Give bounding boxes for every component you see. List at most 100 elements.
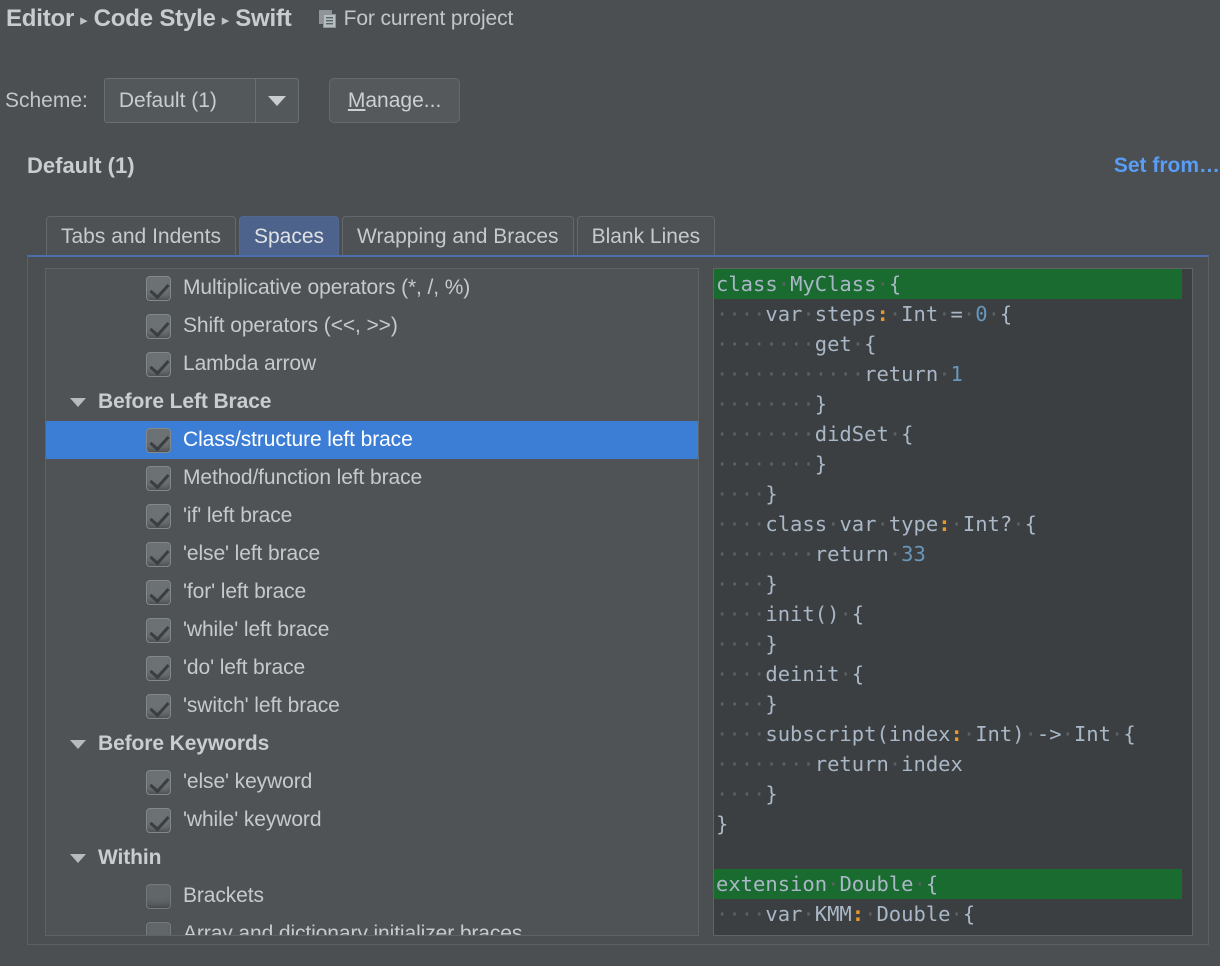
code-line: ····var·KMM:·Double·{ [714, 899, 1192, 929]
settings-item-row[interactable]: Array and dictionary initializer braces [46, 915, 698, 936]
project-scope-indicator: For current project [318, 7, 514, 31]
breadcrumb: Editor ▸ Code Style ▸ Swift For current … [6, 5, 513, 33]
settings-group-row[interactable]: Before Keywords [46, 725, 698, 763]
settings-item-label: 'else' left brace [183, 542, 320, 566]
settings-group-label: Before Keywords [98, 732, 269, 756]
tab-label: Blank Lines [592, 225, 701, 249]
checkbox-checked-icon[interactable] [146, 770, 171, 795]
breadcrumb-item-code-style[interactable]: Code Style [94, 5, 216, 33]
scheme-dropdown[interactable]: Default (1) [104, 78, 299, 123]
checkbox-checked-icon[interactable] [146, 618, 171, 643]
code-line: ········} [714, 449, 1192, 479]
settings-item-row[interactable]: 'else' keyword [46, 763, 698, 801]
manage-button-mnemonic: M [348, 89, 366, 113]
code-line [714, 839, 1192, 869]
checkbox-checked-icon[interactable] [146, 428, 171, 453]
panel-splitter[interactable] [701, 268, 711, 936]
tab-label: Spaces [254, 225, 324, 249]
tab-tabs-and-indents[interactable]: Tabs and Indents [46, 216, 236, 256]
settings-item-row[interactable]: 'while' keyword [46, 801, 698, 839]
settings-item-row[interactable]: 'else' left brace [46, 535, 698, 573]
checkbox-checked-icon[interactable] [146, 504, 171, 529]
chevron-down-icon[interactable] [70, 854, 86, 863]
code-line: } [714, 809, 1192, 839]
settings-item-row[interactable]: Brackets [46, 877, 698, 915]
settings-item-label: Class/structure left brace [183, 428, 413, 452]
spaces-settings-list[interactable]: Multiplicative operators (*, /, %) Shift … [45, 268, 699, 936]
breadcrumb-item-editor[interactable]: Editor [6, 5, 74, 33]
settings-group-row[interactable]: Before Left Brace [46, 383, 698, 421]
checkbox-unchecked-icon[interactable] [146, 884, 171, 909]
code-line: ····} [714, 629, 1192, 659]
code-line: ····deinit·{ [714, 659, 1192, 689]
scheme-label: Scheme: [5, 89, 88, 113]
set-from-link[interactable]: Set from… [1114, 154, 1220, 178]
breadcrumb-separator-icon: ▸ [222, 11, 230, 29]
settings-group-row[interactable]: Within [46, 839, 698, 877]
breadcrumb-item-swift[interactable]: Swift [235, 5, 291, 33]
settings-item-label: Brackets [183, 884, 264, 908]
settings-item-row[interactable]: 'do' left brace [46, 649, 698, 687]
settings-item-label: 'while' left brace [183, 618, 329, 642]
settings-item-label: 'switch' left brace [183, 694, 340, 718]
tab-blank-lines[interactable]: Blank Lines [577, 216, 716, 256]
checkbox-checked-icon[interactable] [146, 314, 171, 339]
settings-item-row[interactable]: Class/structure left brace [46, 421, 698, 459]
project-scope-label: For current project [344, 7, 514, 31]
code-line: ········return·index [714, 749, 1192, 779]
checkbox-checked-icon[interactable] [146, 694, 171, 719]
chevron-down-icon[interactable] [70, 398, 86, 407]
settings-item-row[interactable]: 'if' left brace [46, 497, 698, 535]
settings-item-label: 'while' keyword [183, 808, 321, 832]
tab-spaces[interactable]: Spaces [239, 216, 339, 256]
code-line: ····init()·{ [714, 599, 1192, 629]
code-line: ····} [714, 569, 1192, 599]
settings-item-row[interactable]: 'while' left brace [46, 611, 698, 649]
breadcrumb-separator-icon: ▸ [80, 11, 88, 29]
settings-panel: Multiplicative operators (*, /, %) Shift … [27, 255, 1209, 945]
manage-button[interactable]: Manage... [329, 78, 460, 123]
settings-item-label: 'if' left brace [183, 504, 292, 528]
settings-item-label: 'for' left brace [183, 580, 306, 604]
settings-item-row[interactable]: Multiplicative operators (*, /, %) [46, 269, 698, 307]
code-line-highlighted: class·MyClass·{ [714, 269, 1192, 299]
page-title: Default (1) [27, 153, 135, 179]
settings-item-label: 'do' left brace [183, 656, 305, 680]
code-line: ············return·1 [714, 359, 1192, 389]
code-line: ····} [714, 779, 1192, 809]
checkbox-checked-icon[interactable] [146, 656, 171, 681]
settings-item-row[interactable]: 'switch' left brace [46, 687, 698, 725]
code-line-highlighted: extension·Double·{ [714, 869, 1192, 899]
checkbox-unchecked-icon[interactable] [146, 922, 171, 937]
copy-project-icon [318, 10, 337, 29]
scheme-row: Scheme: Default (1) Manage... [5, 78, 460, 123]
settings-item-row[interactable]: 'for' left brace [46, 573, 698, 611]
code-line: ····} [714, 689, 1192, 719]
code-preview-scrollbar[interactable] [1182, 269, 1192, 935]
settings-item-label: Array and dictionary initializer braces [183, 922, 522, 936]
chevron-down-icon[interactable] [255, 79, 298, 122]
chevron-down-icon[interactable] [70, 740, 86, 749]
checkbox-checked-icon[interactable] [146, 808, 171, 833]
checkbox-checked-icon[interactable] [146, 276, 171, 301]
settings-item-row[interactable]: Method/function left brace [46, 459, 698, 497]
checkbox-checked-icon[interactable] [146, 352, 171, 377]
code-line: ········didSet·{ [714, 419, 1192, 449]
settings-item-row[interactable]: Lambda arrow [46, 345, 698, 383]
settings-item-label: 'else' keyword [183, 770, 312, 794]
checkbox-checked-icon[interactable] [146, 466, 171, 491]
tab-label: Tabs and Indents [61, 225, 221, 249]
code-preview[interactable]: class·MyClass·{····var·steps:·Int·=·0·{·… [713, 268, 1193, 936]
code-line: ········return·33 [714, 539, 1192, 569]
settings-item-label: Multiplicative operators (*, /, %) [183, 276, 470, 300]
tab-label: Wrapping and Braces [357, 225, 559, 249]
manage-button-label: anage... [365, 89, 441, 113]
settings-item-label: Shift operators (<<, >>) [183, 314, 398, 338]
checkbox-checked-icon[interactable] [146, 580, 171, 605]
settings-item-row[interactable]: Shift operators (<<, >>) [46, 307, 698, 345]
checkbox-checked-icon[interactable] [146, 542, 171, 567]
code-line: ····subscript(index:·Int)·->·Int·{ [714, 719, 1192, 749]
settings-item-label: Method/function left brace [183, 466, 422, 490]
tab-wrapping-and-braces[interactable]: Wrapping and Braces [342, 216, 574, 256]
code-line: ····} [714, 479, 1192, 509]
